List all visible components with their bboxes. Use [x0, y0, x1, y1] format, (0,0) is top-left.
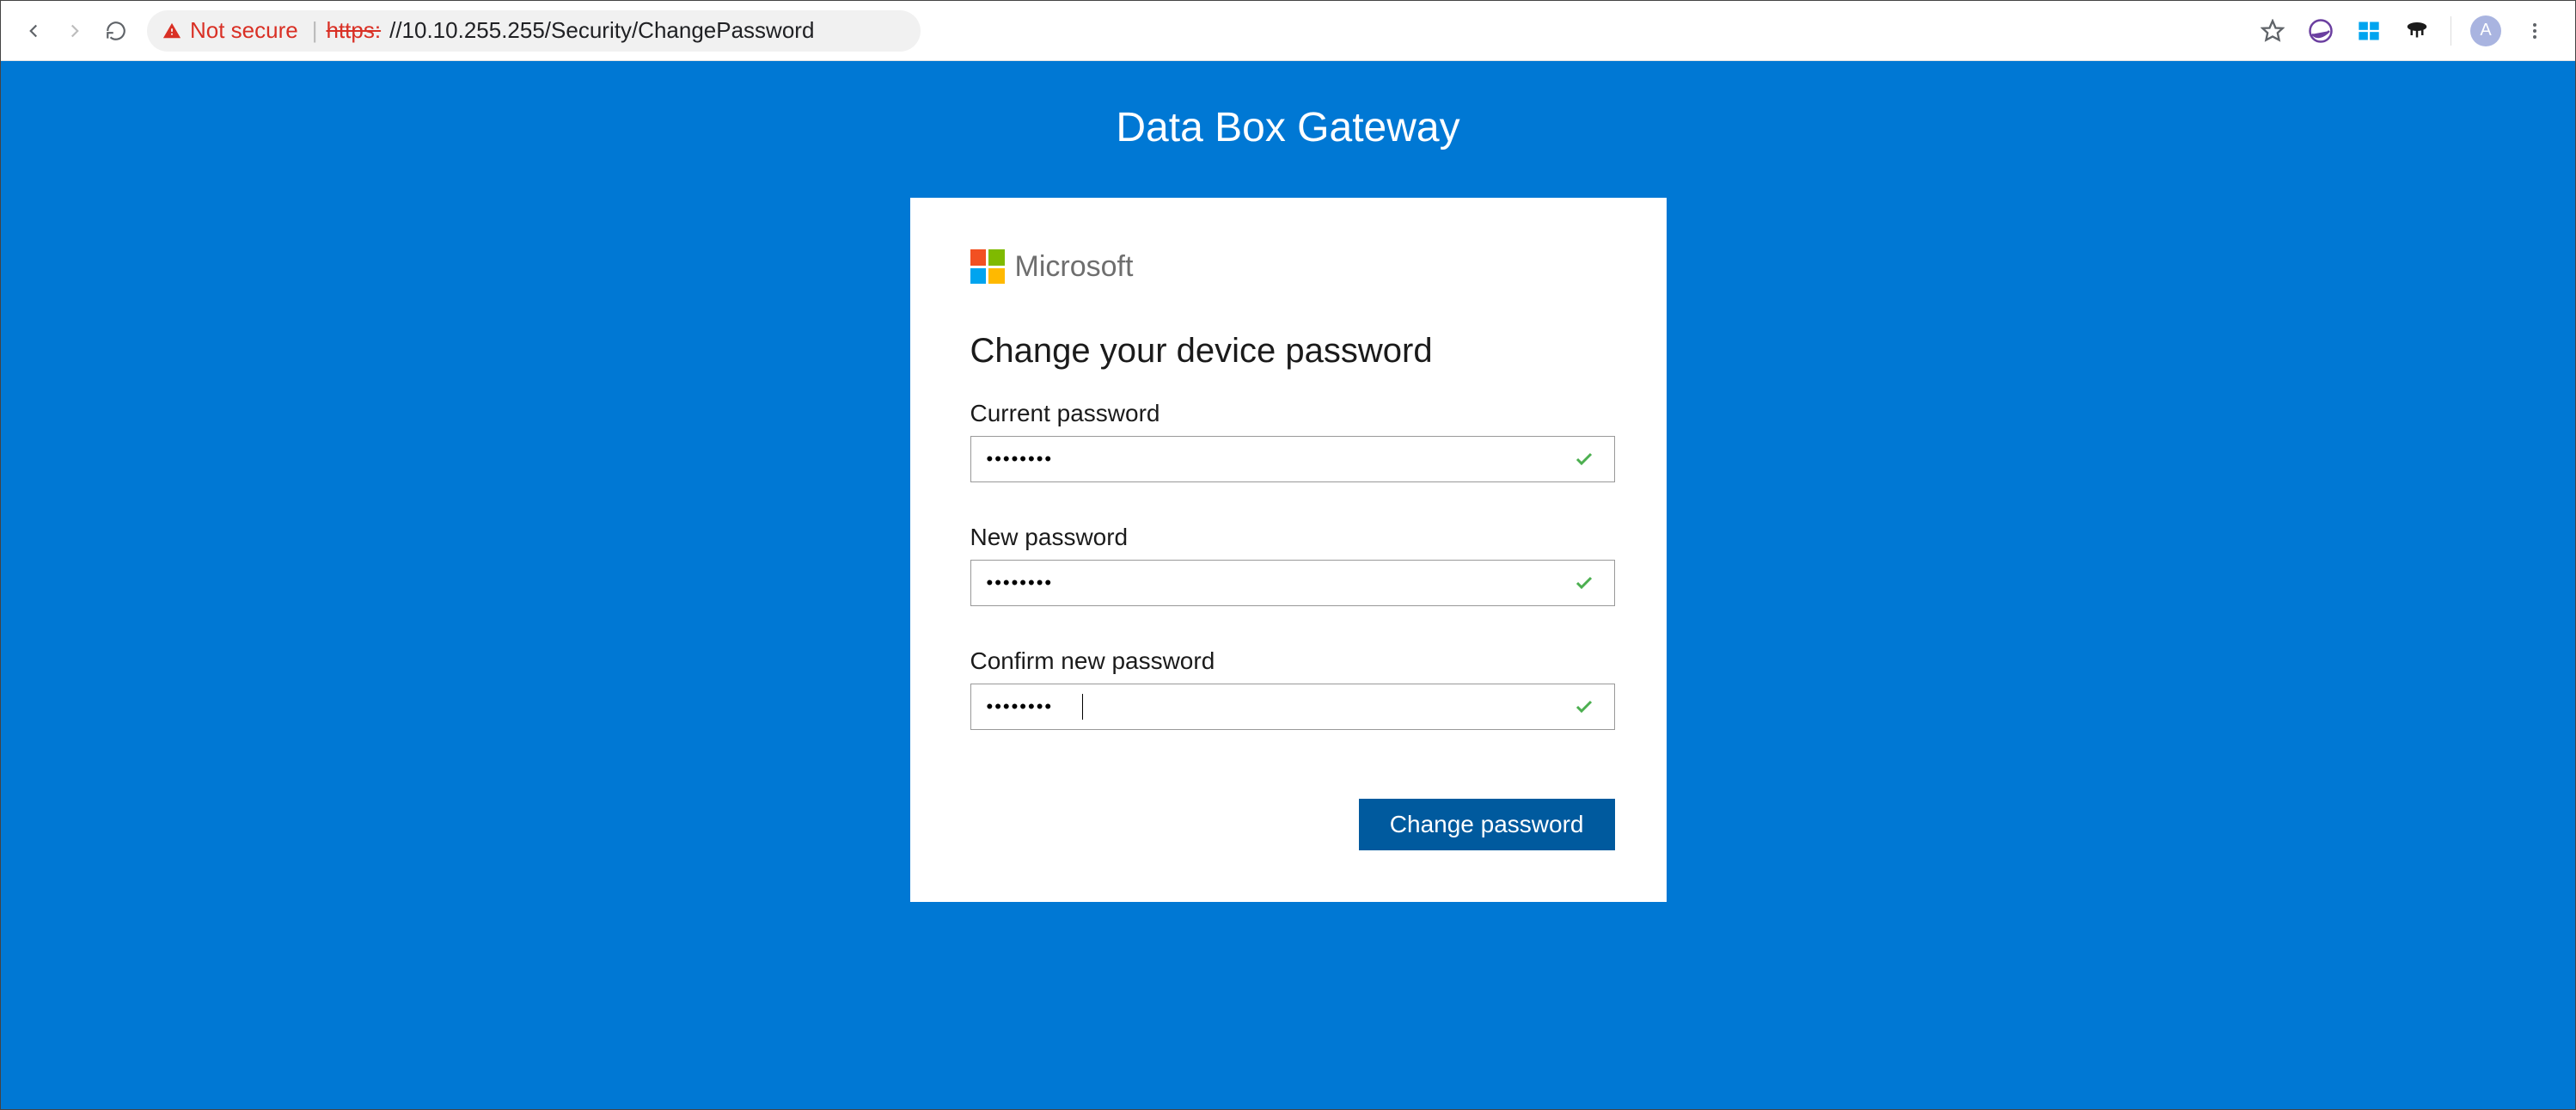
confirm-password-input[interactable] [970, 684, 1615, 730]
brand-text: Microsoft [1015, 250, 1134, 284]
profile-avatar[interactable]: A [2470, 15, 2501, 46]
address-bar[interactable]: Not secure | https: //10.10.255.255/Secur… [147, 10, 921, 52]
extension-circle-icon[interactable] [2306, 16, 2335, 46]
confirm-password-label: Confirm new password [970, 647, 1606, 675]
button-row: Change password [970, 799, 1615, 850]
current-password-wrap [970, 436, 1606, 482]
avatar-initial: A [2480, 21, 2491, 40]
reload-button[interactable] [101, 15, 132, 46]
change-password-card: Microsoft Change your device password Cu… [910, 198, 1667, 902]
current-password-input[interactable] [970, 436, 1615, 482]
browser-chrome: Not secure | https: //10.10.255.255/Secur… [1, 1, 2575, 61]
back-button[interactable] [18, 15, 49, 46]
check-icon [1574, 696, 1594, 717]
browser-window: Not secure | https: //10.10.255.255/Secur… [0, 0, 2576, 1110]
card-heading: Change your device password [970, 332, 1606, 371]
https-label: https: [327, 17, 382, 44]
check-icon [1574, 573, 1594, 593]
check-icon [1574, 449, 1594, 469]
chrome-right-icons: A [2258, 15, 2558, 46]
forward-button[interactable] [59, 15, 90, 46]
url-path: //10.10.255.255/Security/ChangePassword [389, 17, 814, 44]
change-password-button[interactable]: Change password [1359, 799, 1615, 850]
new-password-input[interactable] [970, 560, 1615, 606]
page-content: Data Box Gateway Microsoft Change your d… [1, 61, 2575, 1109]
windows-icon[interactable] [2354, 16, 2383, 46]
not-secure-label: Not secure [190, 17, 298, 44]
confirm-password-wrap [970, 684, 1606, 730]
warning-icon [162, 21, 181, 40]
brand-row: Microsoft [970, 249, 1606, 284]
bookmark-star-icon[interactable] [2258, 16, 2287, 46]
page-title: Data Box Gateway [1116, 104, 1459, 151]
current-password-label: Current password [970, 400, 1606, 427]
chrome-menu-icon[interactable] [2520, 16, 2549, 46]
text-caret [1082, 694, 1083, 720]
url-divider: | [312, 17, 318, 44]
new-password-wrap [970, 560, 1606, 606]
extension-eye-icon[interactable] [2402, 16, 2432, 46]
microsoft-logo-icon [970, 249, 1005, 284]
new-password-label: New password [970, 524, 1606, 551]
